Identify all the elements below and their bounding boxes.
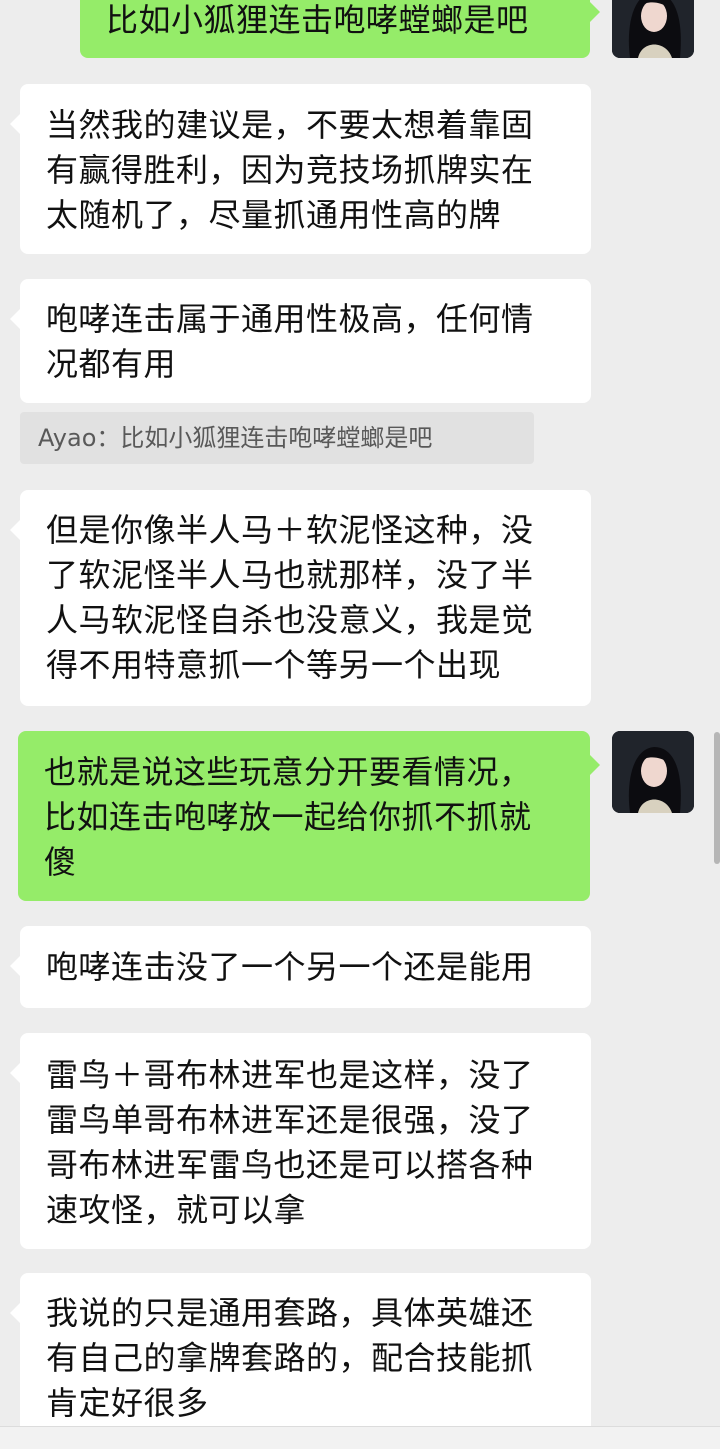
avatar-portrait-icon [612, 0, 694, 58]
incoming-message-bubble[interactable]: 但是你像半人马＋软泥怪这种，没 了软泥怪半人马也就那样，没了半 人马软泥怪自杀也… [10, 490, 591, 706]
incoming-message-bubble[interactable]: 咆哮连击没了一个另一个还是能用 [10, 926, 591, 1008]
user-avatar[interactable] [612, 0, 694, 58]
incoming-message-bubble[interactable]: 雷鸟＋哥布林进军也是这样，没了 雷鸟单哥布林进军还是很强，没了 哥布林进军雷鸟也… [10, 1033, 591, 1249]
incoming-message-bubble[interactable]: 当然我的建议是，不要太想着靠固 有赢得胜利，因为竞技场抓牌实在 太随机了，尽量抓… [10, 84, 591, 254]
outgoing-message-bubble[interactable]: 也就是说这些玩意分开要看情况， 比如连击咆哮放一起给你抓不抓就 傻 [18, 731, 600, 901]
scrollbar[interactable] [714, 732, 720, 864]
user-avatar[interactable] [612, 731, 694, 813]
outgoing-message-bubble[interactable]: 比如小狐狸连击咆哮螳螂是吧 [80, 0, 600, 58]
incoming-message-bubble[interactable]: 咆哮连击属于通用性极高，任何情 况都有用 [10, 279, 591, 403]
bottom-input-bar-edge [0, 1426, 720, 1449]
incoming-message-bubble[interactable]: 我说的只是通用套路，具体英雄还 有自己的拿牌套路的，配合技能抓 肯定好很多 [10, 1273, 591, 1449]
avatar-portrait-icon [612, 731, 694, 813]
quoted-message-reference[interactable]: Ayao：比如小狐狸连击咆哮螳螂是吧 [20, 412, 534, 464]
